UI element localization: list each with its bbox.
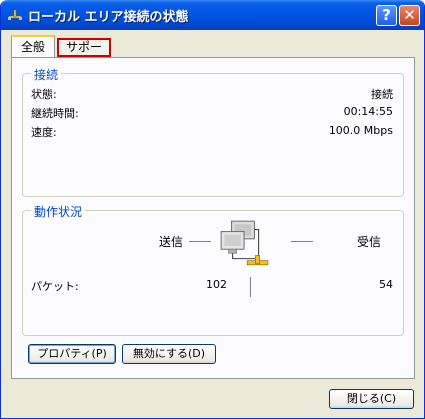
sent-label: 送信 (159, 235, 184, 249)
close-icon: ✕ (403, 6, 416, 24)
status-value: 接続 (371, 88, 393, 101)
status-label: 状態: (31, 88, 57, 101)
close-button[interactable]: 閉じる(C) (329, 389, 414, 409)
sent-dash (189, 241, 211, 242)
network-computers-icon (220, 220, 269, 266)
close-window-button[interactable]: ✕ (399, 5, 420, 26)
disable-button[interactable]: 無効にする(D) (122, 344, 216, 364)
activity-group: 動作状況 送信 受信 パケット: 102 54 (22, 203, 404, 336)
help-button[interactable]: ? (376, 5, 397, 26)
connection-group: 接続 状態: 接続 継続時間: 00:14:55 速度: 100.0 Mbps (22, 66, 404, 197)
packets-label: パケット: (31, 280, 79, 293)
received-packets-value: 54 (379, 278, 393, 291)
activity-group-title: 動作状況 (31, 203, 86, 220)
received-dash (291, 241, 313, 242)
window-title: ローカル エリア接続の状態 (28, 10, 189, 25)
title-bar[interactable]: ローカル エリア接続の状態 ? ✕ (1, 0, 424, 30)
speed-value: 100.0 Mbps (328, 124, 393, 137)
connection-group-title: 接続 (31, 66, 62, 83)
tab-support[interactable]: サポート (57, 38, 111, 69)
network-connection-icon (8, 9, 22, 20)
duration-label: 継続時間: (31, 107, 79, 120)
speed-label: 速度: (31, 126, 57, 139)
sent-packets-value: 102 (206, 278, 227, 291)
duration-value: 00:14:55 (343, 105, 393, 118)
packets-divider (250, 277, 251, 297)
tab-general[interactable]: 全般 (11, 35, 55, 57)
properties-button[interactable]: プロパティ(P) (28, 344, 116, 364)
tab-panel: 接続 状態: 接続 継続時間: 00:14:55 速度: 100.0 Mbps … (11, 57, 415, 379)
received-label: 受信 (357, 235, 382, 249)
dialog-window: ローカル エリア接続の状態 ? ✕ 全般 サポート 接続 状態: 接続 継続時間… (0, 0, 425, 419)
